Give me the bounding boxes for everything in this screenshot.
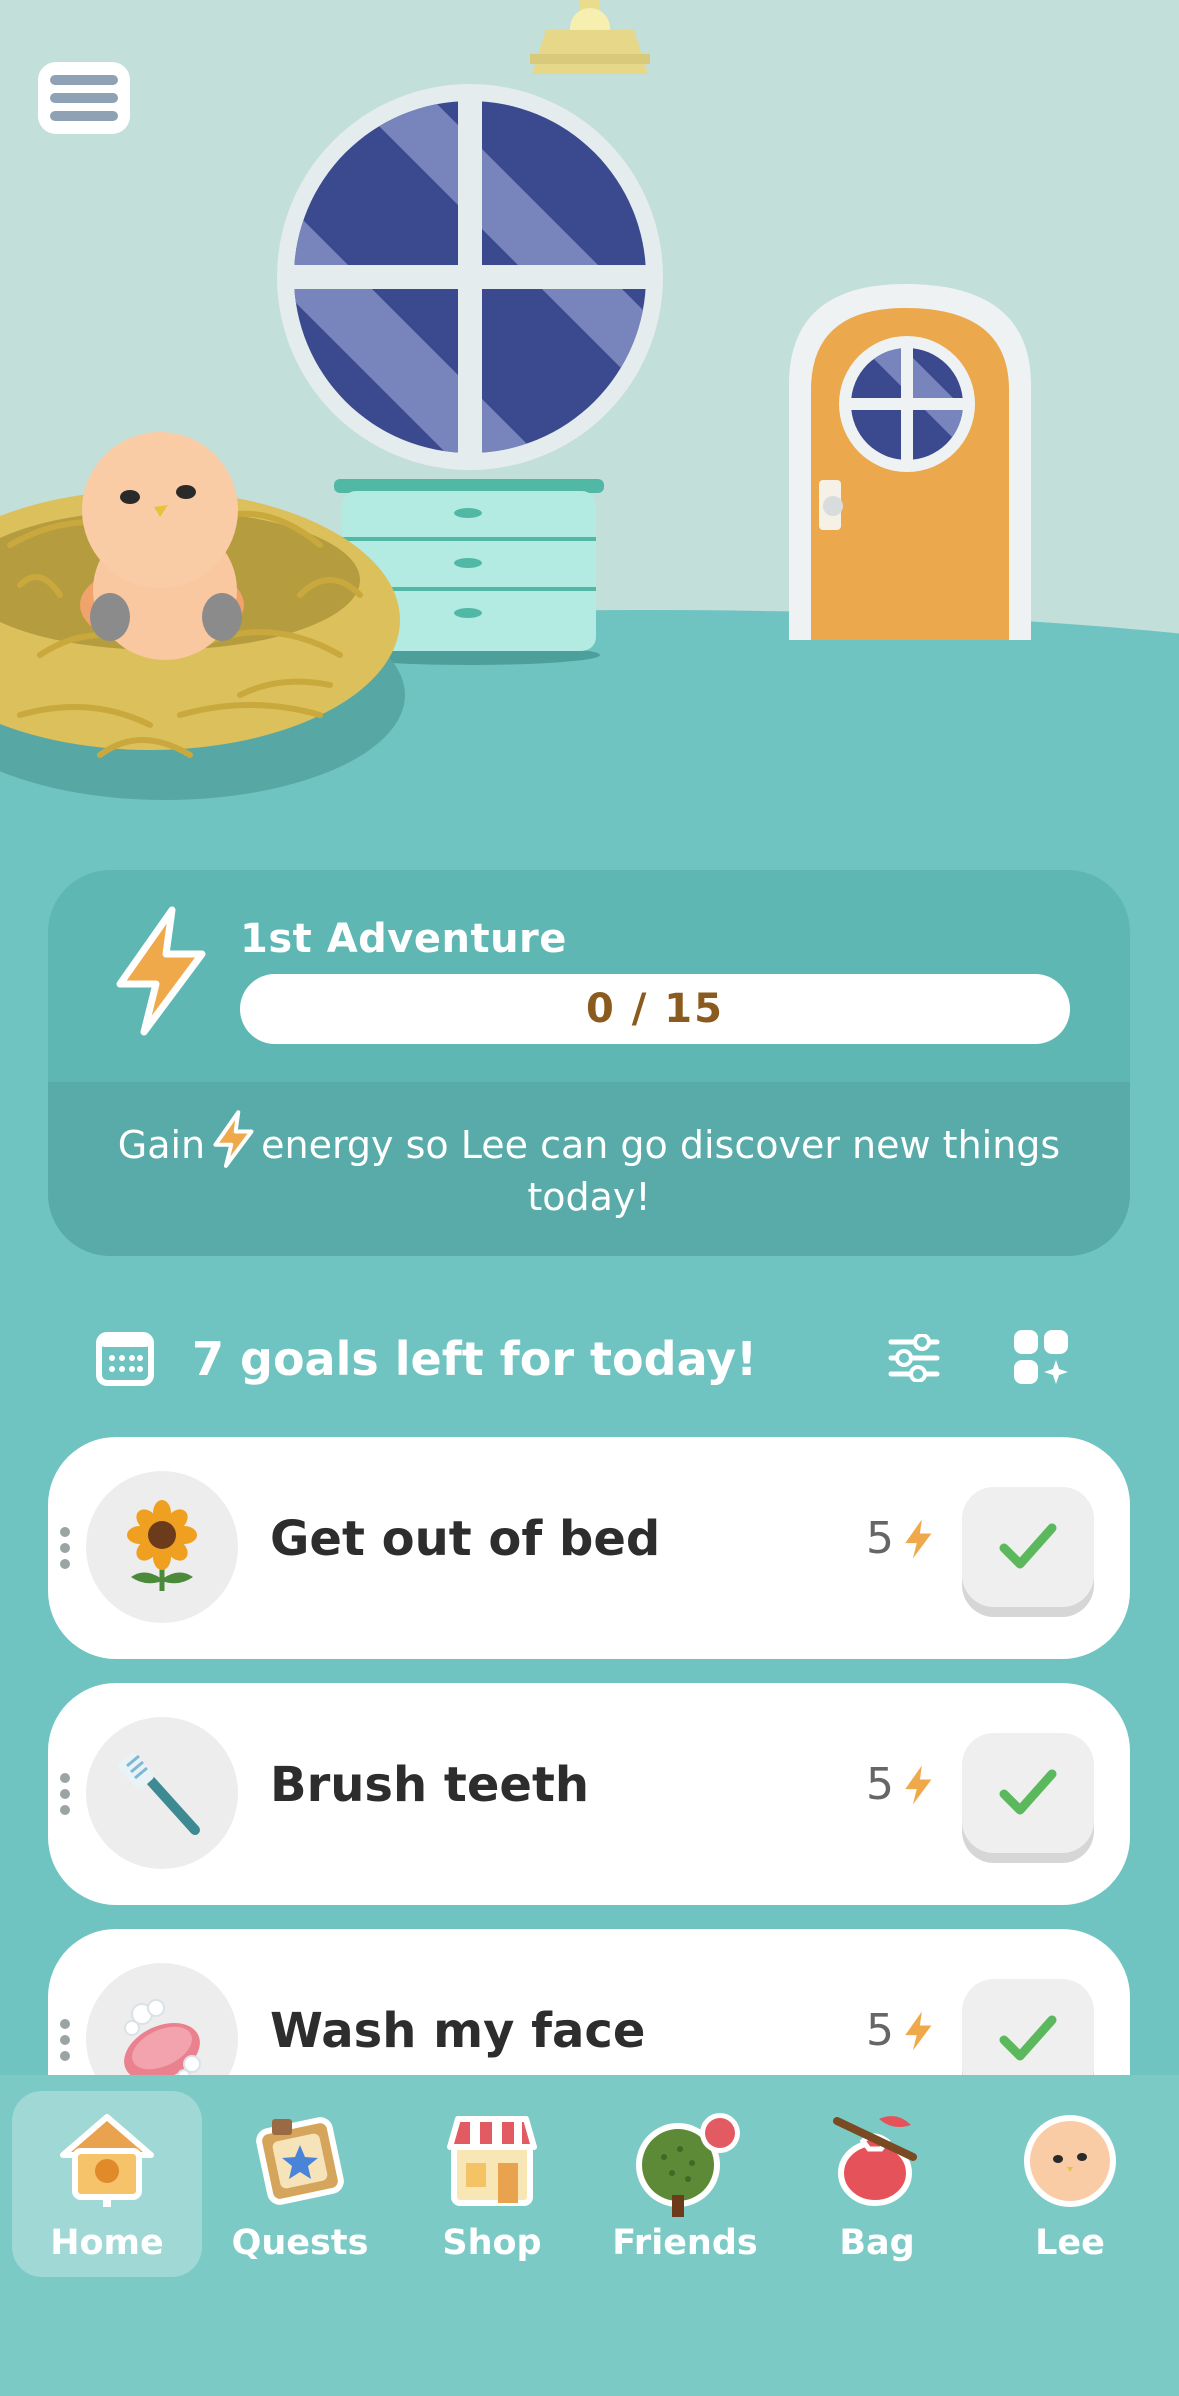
adventure-message: Gain energy so Lee can go discover new th… — [88, 1110, 1090, 1223]
adventure-card[interactable]: 1st Adventure 0 / 15 Gain energy so Lee c… — [48, 870, 1130, 1256]
reward-amount: 5 — [866, 2005, 894, 2056]
checkmark-icon — [999, 2015, 1057, 2061]
avatar-icon — [1024, 2115, 1116, 2207]
goal-card[interactable]: Brush teeth 5 — [48, 1683, 1130, 1905]
goals-left-title: 7 goals left for today! — [192, 1332, 758, 1386]
nav-item-friends[interactable]: Friends — [590, 2091, 780, 2277]
room-scene — [0, 0, 1179, 860]
energy-bolt-icon — [213, 1110, 254, 1168]
energy-bolt-icon — [905, 2010, 932, 2051]
lightning-bolt-icon — [116, 906, 206, 1036]
drag-handle[interactable] — [60, 1773, 70, 1815]
nav-item-quests[interactable]: Quests — [205, 2091, 395, 2277]
nav-item-profile[interactable]: Lee — [975, 2091, 1165, 2277]
tree-icon — [636, 2113, 740, 2217]
ceiling-lamp — [530, 0, 650, 74]
menu-button[interactable] — [38, 62, 130, 134]
complete-goal-button[interactable] — [962, 1733, 1094, 1853]
goal-name: Brush teeth — [270, 1757, 590, 1813]
goal-reward: 5 — [866, 1513, 934, 1564]
reward-amount: 5 — [866, 1759, 894, 1810]
drag-handle[interactable] — [60, 1527, 70, 1569]
door — [789, 284, 1031, 640]
toothbrush-icon — [118, 1752, 200, 1835]
nav-item-bag[interactable]: Bag — [782, 2091, 972, 2277]
goal-icon-container — [86, 1717, 238, 1869]
nav-label: Quests — [231, 2223, 369, 2263]
goal-name: Wash my face — [270, 2003, 646, 2059]
nav-item-home[interactable]: Home — [12, 2091, 202, 2277]
energy-bolt-icon — [905, 1518, 932, 1559]
reward-amount: 5 — [866, 1513, 894, 1564]
sunflower-icon — [127, 1500, 197, 1591]
nav-label: Bag — [839, 2223, 915, 2263]
menu-bar — [50, 93, 118, 103]
add-widget-icon[interactable] — [1012, 1328, 1072, 1388]
nav-label: Home — [50, 2223, 164, 2263]
bag-icon — [833, 2116, 917, 2206]
goal-name: Get out of bed — [270, 1511, 661, 1567]
checkmark-icon — [999, 1523, 1057, 1569]
house-icon — [60, 2114, 154, 2207]
message-suffix: energy so Lee can go discover new things… — [261, 1123, 1061, 1219]
drag-handle[interactable] — [60, 2019, 70, 2061]
checkmark-icon — [999, 1769, 1057, 1815]
message-prefix: Gain — [117, 1123, 206, 1167]
calendar-icon[interactable] — [96, 1332, 154, 1386]
complete-goal-button[interactable] — [962, 1487, 1094, 1607]
adventure-header: 1st Adventure 0 / 15 — [48, 870, 1130, 1082]
nav-item-shop[interactable]: Shop — [397, 2091, 587, 2277]
nav-label: Lee — [1035, 2223, 1105, 2263]
energy-progress-bar: 0 / 15 — [240, 974, 1070, 1044]
goal-card[interactable]: Get out of bed 5 — [48, 1437, 1130, 1659]
nest-with-chick — [0, 432, 405, 800]
goal-reward: 5 — [866, 2005, 934, 2056]
energy-bolt-icon — [905, 1764, 932, 1805]
menu-bar — [50, 111, 118, 121]
adventure-title: 1st Adventure — [240, 916, 567, 962]
goal-reward: 5 — [866, 1759, 934, 1810]
soap-icon — [124, 1999, 201, 2083]
shop-icon — [447, 2116, 537, 2206]
nav-label: Friends — [612, 2223, 758, 2263]
quest-board-icon — [256, 2117, 344, 2205]
energy-progress-text: 0 / 15 — [586, 986, 724, 1032]
menu-bar — [50, 75, 118, 85]
bottom-navigation: Home Quests Shop Friends Bag Lee — [0, 2075, 1179, 2396]
notification-badge — [705, 2118, 735, 2148]
nav-label: Shop — [442, 2223, 542, 2263]
filter-sliders-icon[interactable] — [888, 1334, 940, 1382]
goal-icon-container — [86, 1471, 238, 1623]
adventure-footer: Gain energy so Lee can go discover new th… — [48, 1082, 1130, 1256]
goals-header: 7 goals left for today! — [0, 1320, 1179, 1400]
